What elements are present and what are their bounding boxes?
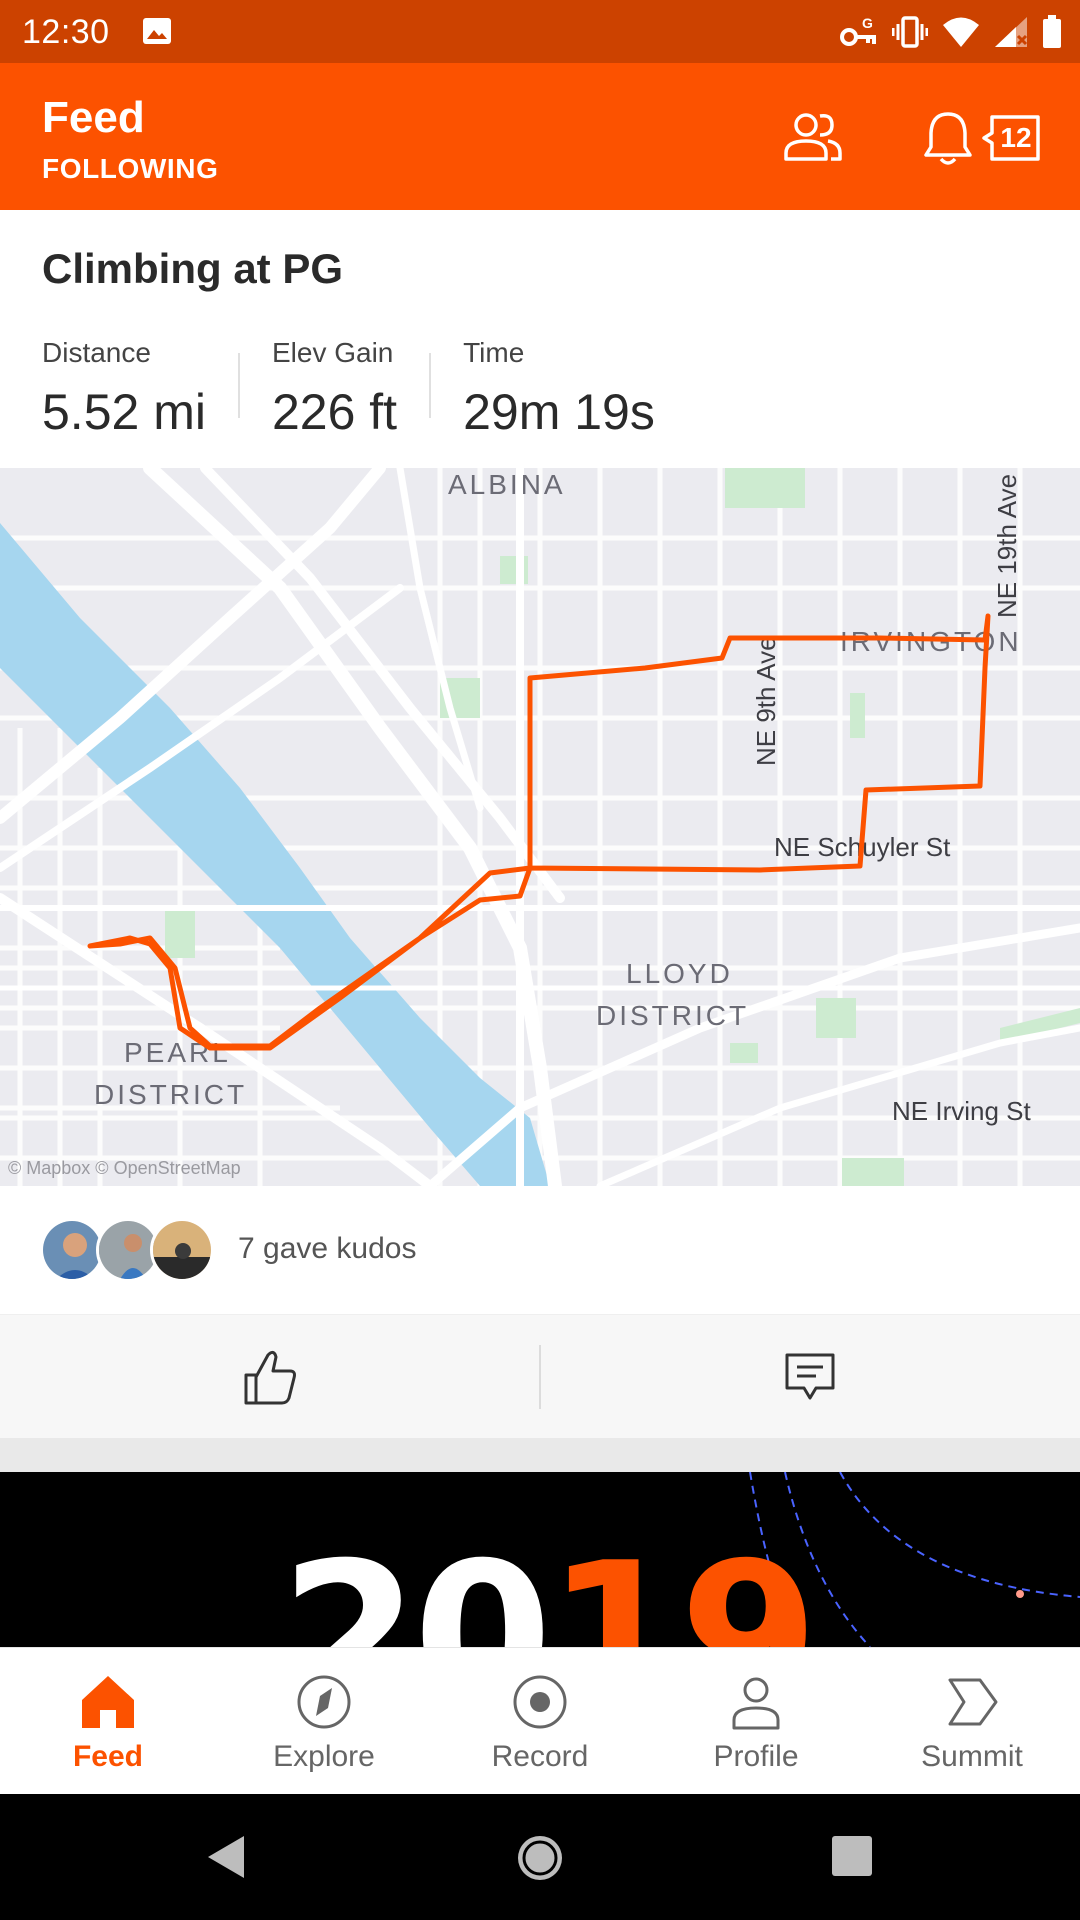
- wifi-icon: [943, 17, 979, 47]
- signal-icon: [995, 17, 1028, 47]
- activity-title[interactable]: Climbing at PG: [42, 245, 343, 293]
- stat-distance: Distance 5.52 mi: [42, 335, 206, 445]
- stat-time: Time 29m 19s: [463, 335, 655, 445]
- compass-icon: [297, 1675, 351, 1729]
- map-label-lloyd: LLOYD: [626, 958, 733, 989]
- friends-icon[interactable]: [782, 111, 844, 163]
- map-label-irvington: IRVINGTON: [840, 626, 1022, 657]
- comment-icon: [785, 1353, 835, 1400]
- stat-label: Elev Gain: [271, 337, 394, 368]
- feed-filter-dropdown[interactable]: FOLLOWING: [42, 153, 218, 185]
- app-header: Feed FOLLOWING 12: [0, 63, 1080, 210]
- activity-actions: [0, 1314, 1080, 1438]
- nav-label: Profile: [713, 1740, 799, 1773]
- home-icon: [82, 1676, 134, 1728]
- nav-feed[interactable]: Feed: [0, 1648, 216, 1795]
- nav-summit[interactable]: Summit: [864, 1648, 1080, 1795]
- route-map[interactable]: ALBINA IRVINGTON LLOYD DISTRICT PEARL DI…: [0, 468, 1080, 1186]
- vibrate-icon: [892, 16, 928, 48]
- system-nav-bar: [0, 1794, 1080, 1920]
- stat-value: 29m 19s: [463, 384, 655, 440]
- notification-badge[interactable]: 12: [980, 115, 1042, 161]
- avatar[interactable]: [150, 1218, 214, 1282]
- nav-label: Explore: [273, 1740, 375, 1773]
- thumbs-up-icon: [244, 1350, 296, 1405]
- status-time: 12:30: [22, 13, 110, 51]
- feed-separator: [0, 1438, 1080, 1472]
- map-label-pearl: PEARL: [124, 1037, 231, 1068]
- map-label-ne-9th: NE 9th Ave: [751, 636, 781, 766]
- nav-label: Summit: [921, 1740, 1023, 1773]
- battery-icon: [1043, 15, 1061, 48]
- status-icons: G: [840, 12, 1062, 52]
- map-label-lloyd-district: DISTRICT: [596, 1000, 749, 1031]
- status-bar: 12:30 G: [0, 0, 1080, 63]
- vpn-key-icon: G: [840, 15, 876, 46]
- page-title: Feed: [42, 93, 145, 142]
- bottom-nav: Feed Explore Record Profile Summit: [0, 1647, 1080, 1794]
- record-icon: [513, 1675, 567, 1729]
- kudos-row[interactable]: 7 gave kudos: [0, 1186, 1080, 1314]
- recents-icon[interactable]: [832, 1836, 872, 1876]
- summit-icon: [948, 1678, 998, 1726]
- nav-label: Record: [491, 1740, 589, 1773]
- nav-label: Feed: [72, 1740, 144, 1773]
- nav-record[interactable]: Record: [432, 1648, 648, 1795]
- kudos-count[interactable]: 7 gave kudos: [238, 1232, 416, 1266]
- nav-profile[interactable]: Profile: [648, 1648, 864, 1795]
- image-icon: [143, 18, 171, 44]
- kudos-button[interactable]: [0, 1315, 540, 1439]
- divider: [237, 353, 240, 418]
- home-button-icon[interactable]: [516, 1834, 564, 1882]
- bell-icon[interactable]: [922, 109, 974, 169]
- map-label-albina: ALBINA: [448, 469, 566, 500]
- stat-value: 226 ft: [271, 384, 398, 440]
- person-icon: [732, 1677, 780, 1730]
- stat-value: 5.52 mi: [42, 384, 206, 440]
- stat-label: Time: [463, 337, 525, 368]
- divider: [429, 353, 432, 418]
- nav-explore[interactable]: Explore: [216, 1648, 432, 1795]
- activity-stats: Distance 5.52 mi Elev Gain 226 ft Time 2…: [42, 335, 655, 445]
- map-label-irving: NE Irving St: [892, 1096, 1031, 1126]
- svg-text:G: G: [862, 15, 873, 31]
- map-label-pearl-district: DISTRICT: [94, 1079, 247, 1110]
- year-in-sport-promo[interactable]: 2019: [0, 1472, 1080, 1647]
- promo-year-white: 20: [280, 1520, 552, 1648]
- avatar[interactable]: [40, 1218, 104, 1282]
- map-attribution: © Mapbox © OpenStreetMap: [8, 1158, 241, 1178]
- promo-year-orange: 19: [546, 1520, 818, 1648]
- stat-label: Distance: [42, 337, 151, 368]
- comment-button[interactable]: [540, 1315, 1080, 1439]
- promo-year: 2019: [280, 1537, 819, 1648]
- back-icon[interactable]: [206, 1834, 246, 1880]
- stat-elev-gain: Elev Gain 226 ft: [272, 335, 397, 445]
- map-label-ne-19th: NE 19th Ave: [992, 474, 1022, 618]
- notification-count: 12: [1000, 122, 1032, 153]
